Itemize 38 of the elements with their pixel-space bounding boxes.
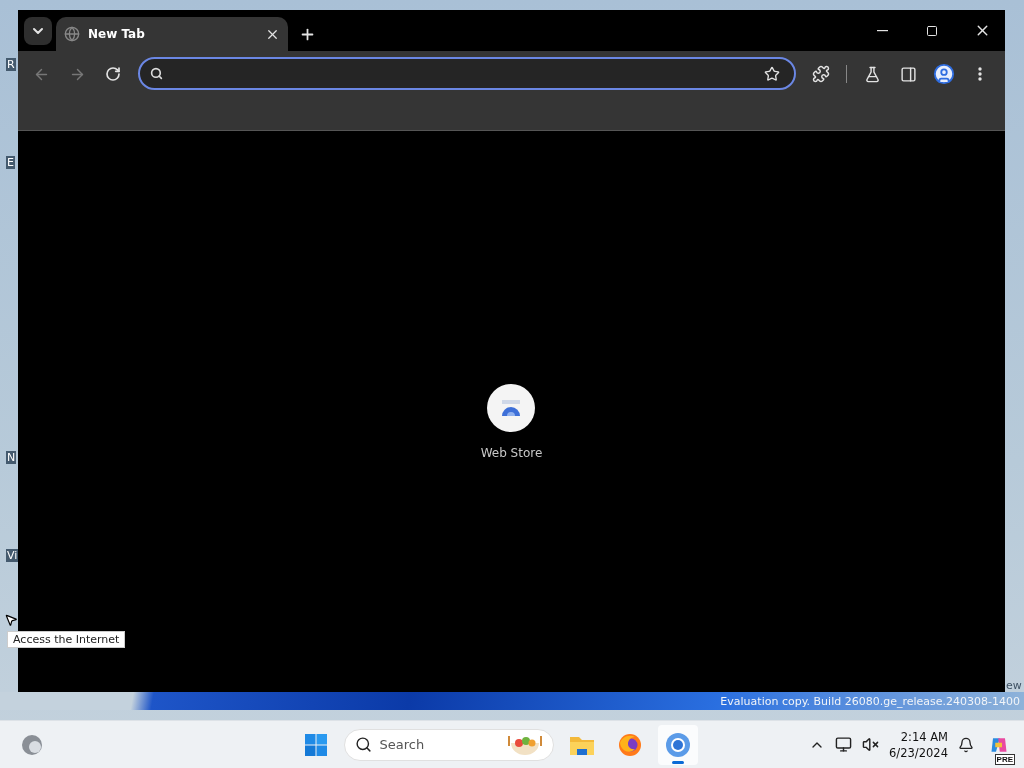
reload-icon — [105, 66, 121, 82]
side-panel-icon — [899, 65, 917, 83]
preview-badge: PRE — [994, 753, 1015, 765]
maximize-icon — [926, 24, 938, 37]
notification-bell-icon[interactable] — [958, 736, 974, 753]
tab-title: New Tab — [88, 27, 146, 41]
desktop-icon-label[interactable]: E — [6, 156, 15, 169]
profile-icon — [933, 63, 955, 85]
weather-icon[interactable] — [20, 732, 44, 757]
search-icon — [150, 67, 163, 80]
clock[interactable]: 2:14 AM 6/23/2024 — [889, 728, 948, 761]
taskbar-search-field[interactable]: Search — [343, 728, 554, 761]
network-icon[interactable] — [835, 736, 853, 753]
star-icon — [764, 65, 780, 82]
copilot-button[interactable]: PRE — [984, 724, 1014, 765]
volume-muted-icon[interactable] — [862, 736, 880, 753]
search-icon — [354, 736, 372, 753]
bookmark-star-button[interactable] — [764, 65, 780, 82]
desktop-text: ew — [1006, 679, 1022, 692]
flask-icon — [863, 65, 881, 83]
browser-icon — [664, 731, 691, 758]
shortcut-tile[interactable]: Web Store — [480, 383, 543, 460]
tab-search-button[interactable] — [24, 17, 52, 45]
desktop-icon-label[interactable]: N — [6, 451, 17, 464]
browser-tab[interactable]: New Tab — [56, 17, 288, 51]
firefox-icon — [617, 732, 642, 757]
desktop-icon-label[interactable]: R — [6, 58, 16, 71]
taskbar-app-button[interactable] — [657, 724, 698, 765]
tooltip: Access the Internet — [7, 631, 126, 648]
minimize-icon — [876, 29, 888, 32]
store-icon — [500, 398, 523, 417]
menu-icon — [978, 67, 982, 81]
address-bar[interactable] — [138, 57, 796, 90]
desktop-icon-label[interactable]: Vi — [6, 549, 19, 562]
watermark-text: Evaluation copy. Build 26080.ge_release.240308-1400 — [720, 694, 1020, 708]
windows-icon — [303, 732, 328, 757]
puzzle-icon — [812, 65, 830, 83]
globe-icon — [64, 26, 80, 42]
